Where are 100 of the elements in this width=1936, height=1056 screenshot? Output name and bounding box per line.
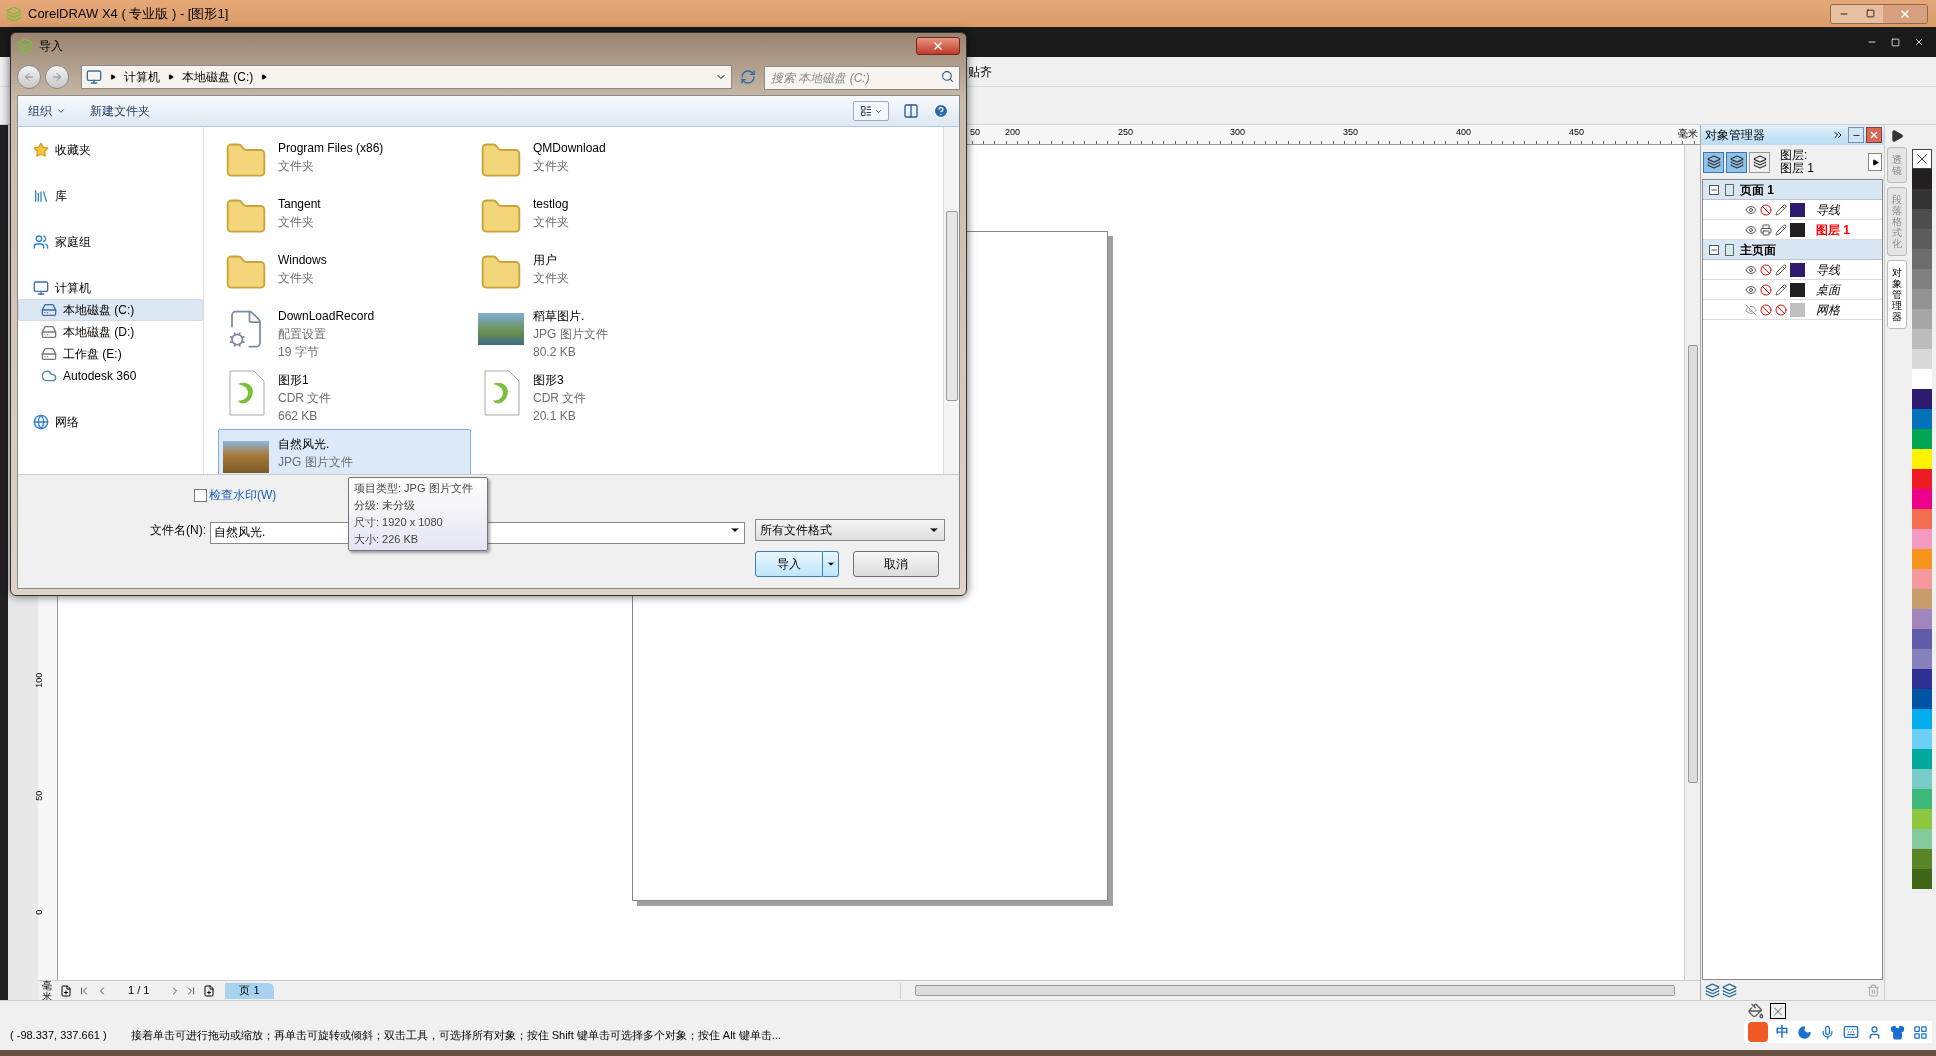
no-print-icon[interactable] [1760,303,1772,316]
pencil-icon[interactable] [1775,223,1787,236]
page-node[interactable]: 主页面 [1703,240,1882,260]
organize-menu[interactable]: 组织 [28,102,66,120]
nav-item[interactable]: 计算机 [18,277,203,299]
page-tab[interactable]: 页 1 [225,982,274,999]
color-swatch[interactable] [1912,669,1932,689]
color-swatch[interactable] [1912,169,1932,189]
layer-row[interactable]: 导线 [1703,260,1882,280]
file-item[interactable]: testlog 文件夹 [473,189,726,245]
microphone-icon[interactable] [1820,1024,1835,1040]
scroll-thumb[interactable] [1687,345,1698,783]
breadcrumb-item[interactable]: 本地磁盘 (C:) [182,68,254,86]
nav-item[interactable]: 工作盘 (E:) [18,343,203,365]
new-master-layer-icon[interactable] [1722,982,1737,998]
nav-item[interactable]: 本地磁盘 (C:) [18,299,203,321]
color-swatch[interactable] [1912,689,1932,709]
grid-icon[interactable] [1913,1024,1928,1040]
back-button[interactable] [17,65,41,89]
eye-icon[interactable] [1745,263,1757,276]
color-swatch[interactable] [1912,469,1932,489]
close-button[interactable] [916,37,960,55]
breadcrumb-item[interactable]: 计算机 [124,68,160,86]
refresh-icon[interactable] [740,69,756,85]
keyboard-icon[interactable] [1843,1024,1859,1040]
page-node[interactable]: 页面 1 [1703,180,1882,200]
nav-item[interactable]: 家庭组 [18,231,203,253]
toolbar-button[interactable]: 新建文件夹 [90,102,150,120]
checkbox[interactable] [194,488,207,502]
preview-pane-icon[interactable] [903,103,919,119]
layer-row[interactable]: 桌面 [1703,280,1882,300]
no-outline-icon[interactable] [1770,1003,1786,1019]
color-swatch[interactable] [1912,869,1932,889]
maximize-button[interactable] [1857,4,1883,23]
color-swatch[interactable] [1912,249,1932,269]
color-swatch[interactable] [1912,749,1932,769]
search-icon[interactable] [941,70,954,83]
checkbox-label[interactable]: 检查水印(W) [209,486,277,504]
pencil-icon[interactable] [1775,263,1787,276]
help-icon[interactable] [933,103,949,119]
color-swatch[interactable] [1912,789,1932,809]
scroll-tabs-icon[interactable] [1889,129,1904,143]
color-swatch[interactable] [1912,369,1932,389]
layer-view-button[interactable] [1749,151,1770,173]
color-swatch[interactable] [1912,629,1932,649]
color-swatch[interactable] [1912,489,1932,509]
color-swatch[interactable] [1912,569,1932,589]
color-swatch[interactable] [1912,809,1932,829]
separator-icon[interactable] [168,74,174,80]
no-print-icon[interactable] [1760,283,1772,296]
pencil-icon[interactable] [1775,203,1787,216]
color-swatch[interactable] [1912,729,1932,749]
no-print-icon[interactable] [1760,203,1772,216]
color-swatch[interactable] [1912,529,1932,549]
menu-button[interactable] [1868,153,1882,171]
file-item[interactable]: QMDownload 文件夹 [473,133,726,189]
color-swatch[interactable] [1912,549,1932,569]
color-swatch[interactable] [1912,429,1932,449]
color-swatch[interactable] [1912,409,1932,429]
collapse-icon[interactable] [1709,244,1719,255]
layer-view-button[interactable] [1703,151,1724,173]
fill-icon[interactable] [1748,1003,1764,1019]
address-bar[interactable]: 计算机 本地磁盘 (C:) [81,65,732,89]
moon-icon[interactable] [1797,1024,1812,1040]
import-button[interactable]: 导入 [755,551,823,577]
color-swatch[interactable] [1912,449,1932,469]
file-item[interactable]: 自然风光. JPG 图片文件 [218,429,471,474]
layer-row[interactable]: 导线 [1703,200,1882,220]
minimize-button[interactable] [1831,4,1857,23]
add-page-icon[interactable] [60,984,72,997]
pencil-icon[interactable] [1775,283,1787,296]
color-swatch[interactable] [1912,329,1932,349]
close-icon[interactable] [1914,37,1924,47]
file-item[interactable]: 图形3 CDR 文件 20.1 KB [473,365,726,429]
color-swatch[interactable] [1912,389,1932,409]
scroll-thumb[interactable] [945,211,958,401]
docker-tab[interactable]: 对象管理器 [1886,260,1907,329]
restore-icon[interactable] [1891,37,1900,47]
view-button[interactable] [853,101,889,121]
color-swatch[interactable] [1912,509,1932,529]
close-button[interactable] [1866,127,1882,143]
close-button[interactable] [1883,4,1927,23]
file-item[interactable]: 用户 文件夹 [473,245,726,301]
vertical-scrollbar[interactable] [943,127,959,474]
expand-icon[interactable] [1832,129,1844,141]
file-item[interactable]: Tangent 文件夹 [218,189,471,245]
delete-icon[interactable] [1867,983,1880,997]
color-swatch[interactable] [1912,709,1932,729]
search-field[interactable]: 搜索 本地磁盘 (C:) [764,66,960,90]
color-swatch[interactable] [1912,289,1932,309]
ime-mode[interactable]: 中 [1776,1022,1789,1042]
eye-icon[interactable] [1745,283,1757,296]
nav-item[interactable]: 本地磁盘 (D:) [18,321,203,343]
file-type-select[interactable]: 所有文件格式 [755,519,945,541]
new-layer-icon[interactable] [1705,982,1720,998]
collapse-icon[interactable] [1709,184,1719,195]
color-swatch[interactable] [1912,769,1932,789]
first-page-icon[interactable] [78,984,90,997]
layer-row[interactable]: 网格 [1703,300,1882,320]
color-swatch[interactable] [1912,849,1932,869]
